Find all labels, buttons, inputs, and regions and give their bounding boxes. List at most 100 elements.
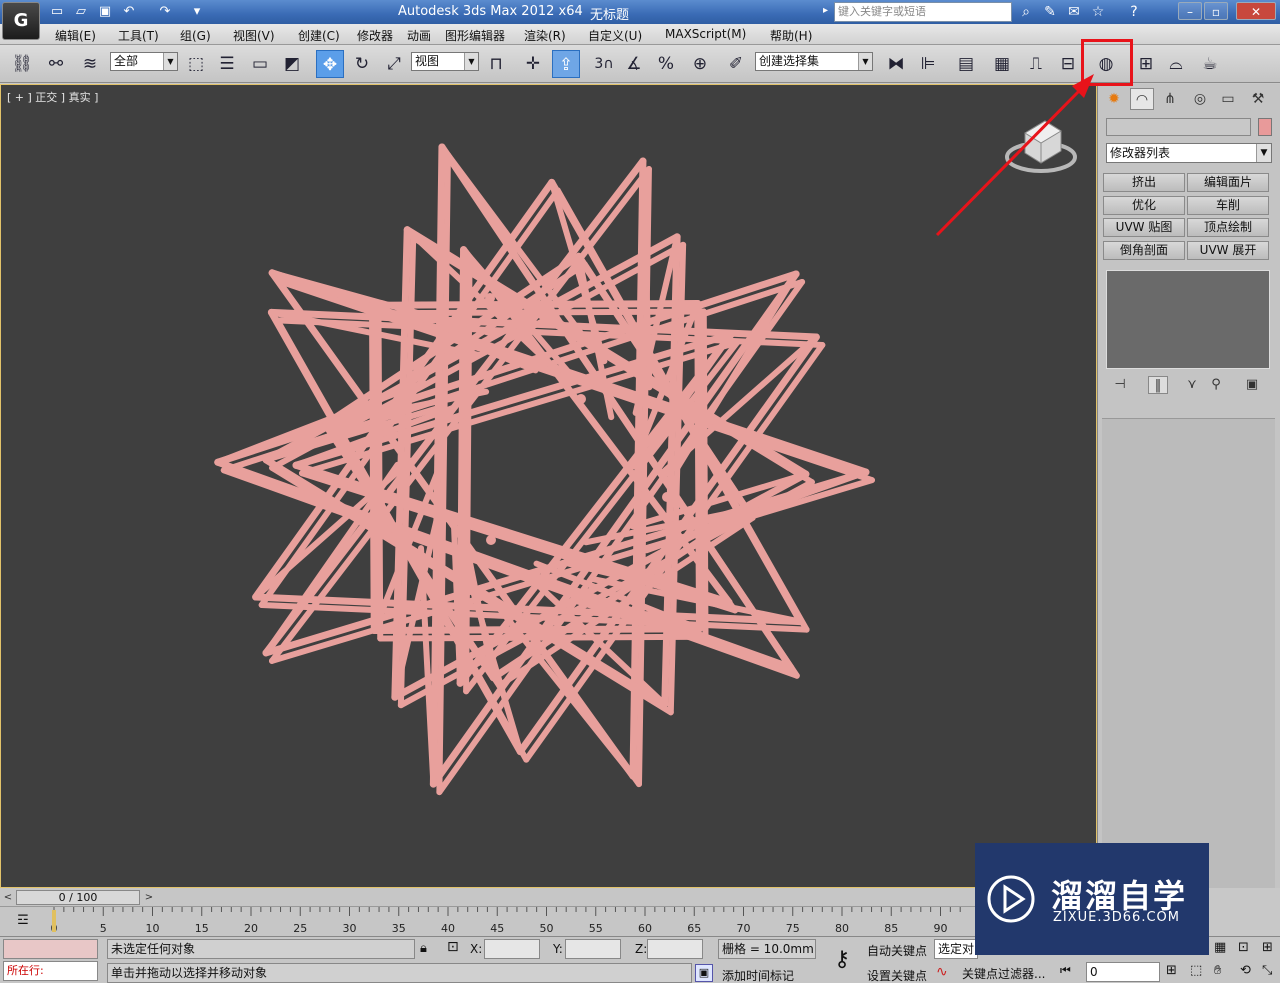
x-coordinate-input[interactable] [484, 939, 540, 959]
time-prev-arrow-icon[interactable]: < [1, 890, 15, 905]
menu-view[interactable]: 视图(V) [233, 27, 275, 44]
help-icon[interactable]: ? [1124, 3, 1144, 21]
subscription-icon[interactable]: ✎ [1040, 3, 1060, 21]
app-logo-button[interactable]: G [2, 2, 40, 40]
goto-start-icon[interactable]: ⏮ [1060, 963, 1071, 978]
zoom-all-icon[interactable]: ▦ [1214, 940, 1226, 955]
select-and-scale-icon[interactable]: ⤢ [380, 50, 408, 78]
keyboard-shortcut-override-icon[interactable]: ⇪ [552, 50, 580, 78]
track-bar[interactable]: ☲ 051015202530354045505560657075808590 [0, 906, 975, 936]
pivot-center-icon[interactable]: ⊓ [482, 50, 510, 78]
maxscript-listener-mini[interactable] [3, 939, 98, 959]
field-of-view-icon[interactable]: ⊞ [1262, 940, 1273, 955]
make-unique-icon[interactable]: ⋎ [1182, 376, 1202, 394]
search-expand-icon[interactable]: ▸ [823, 5, 828, 16]
minimize-button[interactable]: – [1178, 2, 1202, 20]
spinner-snap-icon[interactable]: ⊕ [686, 50, 714, 78]
render-production-teapot-icon[interactable]: ☕ [1196, 50, 1224, 78]
modifier-button-vertex-paint[interactable]: 顶点绘制 [1187, 218, 1269, 237]
utilities-tab-icon[interactable]: ⚒ [1246, 88, 1270, 110]
pin-stack-icon[interactable]: ⊣ [1110, 376, 1130, 394]
menu-create[interactable]: 创建(C) [298, 27, 340, 44]
modifier-button-unwrap-uvw[interactable]: UVW 展开 [1187, 241, 1269, 260]
object-color-swatch[interactable] [1258, 118, 1272, 136]
edit-named-selection-icon[interactable]: ✐ [722, 50, 750, 78]
set-key-icon[interactable]: ⚷ [826, 945, 858, 977]
current-frame-input[interactable]: 0 [1086, 962, 1160, 982]
modifier-button-lathe[interactable]: 车削 [1187, 196, 1269, 215]
pan-hand-icon[interactable]: ✋︎ [1214, 963, 1221, 978]
modifier-stack-list[interactable] [1106, 270, 1270, 369]
time-next-arrow-icon[interactable]: > [142, 890, 156, 905]
zoom-extents-icon[interactable]: ⬚ [1190, 963, 1202, 978]
mirror-icon[interactable]: ⧓ [882, 50, 910, 78]
menu-edit[interactable]: 编辑(E) [55, 27, 96, 44]
binoculars-icon[interactable]: ⌕ [1016, 3, 1036, 21]
orbit-icon[interactable]: ⟲ [1240, 963, 1251, 978]
maximize-button[interactable]: ▫ [1204, 2, 1228, 20]
time-configuration-icon[interactable]: ⊞ [1166, 963, 1177, 978]
modifier-button-bevel-profile[interactable]: 倒角剖面 [1103, 241, 1185, 260]
rendered-frame-window-icon[interactable]: ⌓ [1162, 50, 1190, 78]
absolute-mode-transform-icon[interactable]: ⊡ [447, 939, 459, 955]
motion-tab-icon[interactable]: ◎ [1188, 88, 1212, 110]
render-setup-icon[interactable]: ⊞ [1132, 50, 1160, 78]
object-name-field[interactable] [1106, 118, 1251, 136]
add-time-tag-label[interactable]: 添加时间标记 [722, 967, 794, 983]
favorites-star-icon[interactable]: ☆ [1088, 3, 1108, 21]
selection-filter-dropdown[interactable]: 全部 ▼ [110, 52, 178, 71]
selection-mode-dropdown[interactable]: 选定对 [934, 939, 978, 959]
snaps-toggle-icon[interactable]: 3∩ [590, 50, 618, 78]
select-by-name-icon[interactable]: ☰ [213, 50, 241, 78]
hierarchy-tab-icon[interactable]: ⋔ [1158, 88, 1182, 110]
set-key-button[interactable]: 设置关键点 [867, 967, 927, 983]
menu-tools[interactable]: 工具(T) [118, 27, 159, 44]
y-coordinate-input[interactable] [565, 939, 621, 959]
reference-coordinate-dropdown[interactable]: 视图 ▼ [411, 52, 479, 71]
display-tab-icon[interactable]: ▭ [1216, 88, 1240, 110]
link-icon[interactable]: ⛓ [8, 50, 36, 78]
menu-customize[interactable]: 自定义(U) [588, 27, 642, 44]
unlink-icon[interactable]: ⚯ [42, 50, 70, 78]
save-file-icon[interactable]: ▣ [96, 3, 114, 20]
remove-modifier-icon[interactable]: ⚲ [1206, 376, 1226, 394]
communication-icon[interactable]: ✉ [1064, 3, 1084, 21]
add-time-tag-icon[interactable]: ▣ [695, 964, 713, 982]
modifier-button-uvw-map[interactable]: UVW 贴图 [1103, 218, 1185, 237]
undo-icon[interactable]: ↶ [120, 3, 138, 20]
key-filters-button[interactable]: 关键点过滤器... [962, 965, 1045, 982]
search-input[interactable]: 键入关键字或短语 [834, 2, 1012, 22]
percent-snap-icon[interactable]: % [652, 50, 680, 78]
window-crossing-icon[interactable]: ◩ [278, 50, 306, 78]
select-and-move-icon[interactable]: ✥ [316, 50, 344, 78]
selection-lock-icon[interactable]: 🔒︎ [420, 941, 427, 956]
redo-icon[interactable]: ↷ [156, 3, 174, 20]
modifier-list-dropdown[interactable]: 修改器列表 ▼ [1106, 143, 1272, 163]
time-slider[interactable]: 0 / 100 [16, 890, 140, 905]
modifier-button-optimize[interactable]: 优化 [1103, 196, 1185, 215]
zoom-extents-all-icon[interactable]: ⊡ [1238, 940, 1249, 955]
maximize-viewport-icon[interactable]: ⤡ [1262, 963, 1272, 978]
menu-maxscript[interactable]: MAXScript(M) [665, 27, 746, 41]
menu-help[interactable]: 帮助(H) [770, 27, 812, 44]
open-file-icon[interactable]: ▱ [72, 3, 90, 20]
new-file-icon[interactable]: ▭ [48, 3, 66, 20]
close-button[interactable]: ✕ [1236, 2, 1276, 20]
auto-key-button[interactable]: 自动关键点 [867, 942, 927, 959]
quick-access-dropdown-icon[interactable]: ▾ [188, 3, 206, 20]
angle-snap-icon[interactable]: ∡ [620, 50, 648, 78]
menu-graph-editors[interactable]: 图形编辑器 [445, 27, 505, 44]
modifier-button-edit-patch[interactable]: 编辑面片 [1187, 173, 1269, 192]
rectangular-selection-icon[interactable]: ▭ [246, 50, 274, 78]
configure-modifier-sets-icon[interactable]: ▣ [1242, 376, 1262, 394]
modify-tab-icon[interactable]: ◠ [1130, 88, 1154, 110]
modifier-button-extrude[interactable]: 挤出 [1103, 173, 1185, 192]
menu-rendering[interactable]: 渲染(R) [524, 27, 566, 44]
mini-curve-editor-icon[interactable]: ☲ [12, 913, 34, 929]
menu-modifiers[interactable]: 修改器 [357, 27, 393, 44]
z-coordinate-input[interactable] [647, 939, 703, 959]
select-object-icon[interactable]: ⬚ [182, 50, 210, 78]
select-and-rotate-icon[interactable]: ↻ [348, 50, 376, 78]
menu-group[interactable]: 组(G) [180, 27, 211, 44]
running-line[interactable]: 所在行: [3, 961, 98, 981]
